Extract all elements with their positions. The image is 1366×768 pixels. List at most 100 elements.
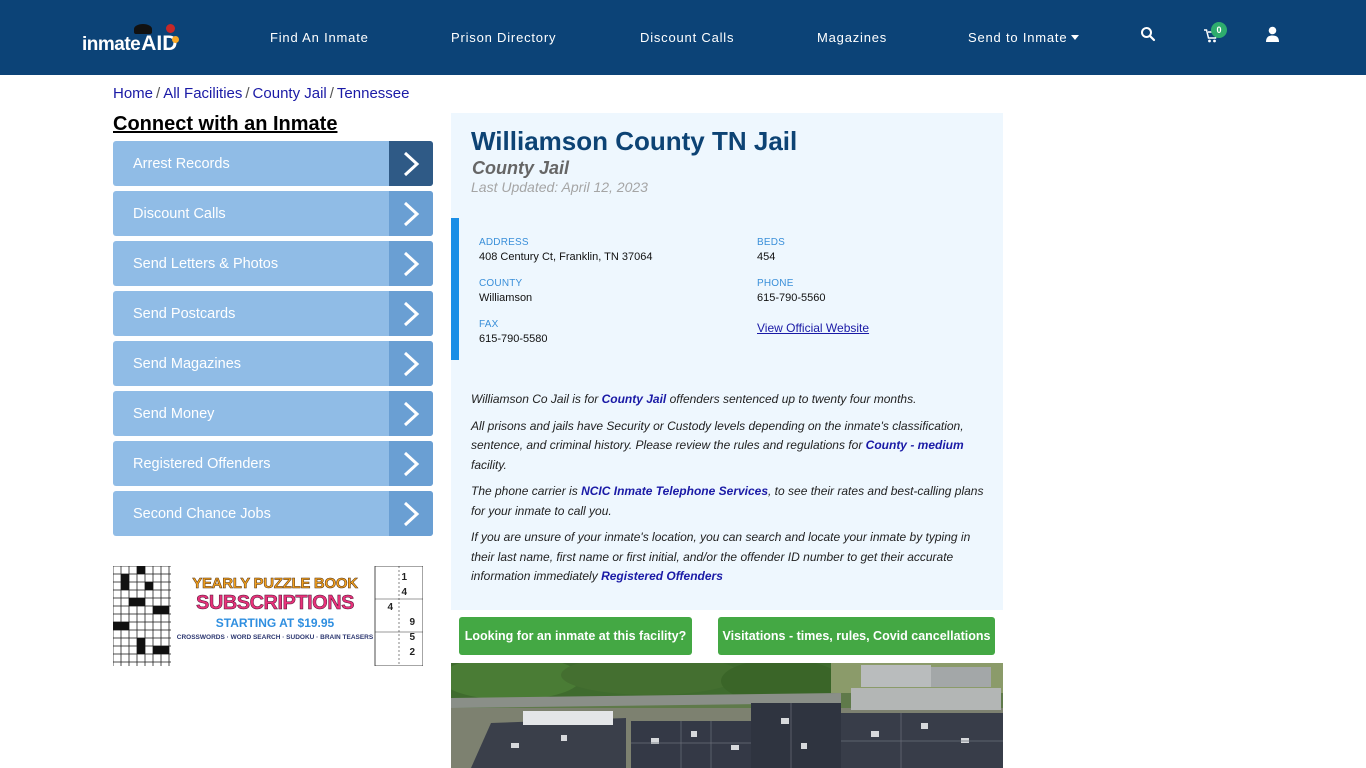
sidebar-item-label: Registered Offenders (133, 455, 271, 472)
puzzle-book-ad-banner[interactable]: YEARLY PUZZLE BOOK SUBSCRIPTIONS STARTIN… (113, 566, 423, 666)
description-paragraph: The phone carrier is NCIC Inmate Telepho… (471, 482, 991, 521)
info-accent-bar (451, 218, 459, 360)
top-navbar: inmate AID Find An Inmate Prison Directo… (0, 0, 1366, 75)
sudoku-digits: 1 4 4 9 5 2 (381, 570, 421, 660)
chevron-right-icon (389, 291, 433, 336)
sidebar-item-label: Discount Calls (133, 205, 226, 222)
beds-label: BEDS (757, 237, 786, 248)
phone-value: 615-790-5560 (757, 292, 826, 304)
search-icon[interactable] (1140, 26, 1160, 46)
chevron-right-icon (389, 141, 433, 186)
breadcrumb-separator: / (156, 85, 161, 102)
logo-text: inmate (82, 34, 141, 55)
nav-send-to-inmate[interactable]: Send to Inmate (968, 30, 1080, 45)
county-label: COUNTY (479, 278, 523, 289)
chevron-right-icon (389, 491, 433, 536)
logo-decoration-icon (166, 24, 175, 33)
sidebar-item-send-postcards[interactable]: Send Postcards (113, 291, 433, 336)
find-inmate-at-facility-button[interactable]: Looking for an inmate at this facility? (459, 617, 692, 655)
fax-field: FAX 615-790-5580 (479, 319, 548, 345)
aerial-photo-image (451, 663, 1003, 768)
sudoku-digit: 9 (409, 617, 415, 628)
beds-value: 454 (757, 251, 776, 263)
facility-type: County Jail (472, 158, 570, 178)
breadcrumb: Home / All Facilities / County Jail / Tennesse… (113, 85, 409, 102)
breadcrumb-all-facilities[interactable]: All Facilities (163, 85, 242, 102)
chevron-right-icon (389, 441, 433, 486)
facility-aerial-photo (451, 663, 1003, 768)
security-level-link[interactable]: County - medium (866, 438, 964, 452)
sidebar-item-discount-calls[interactable]: Discount Calls (113, 191, 433, 236)
chevron-right-icon (389, 341, 433, 386)
nav-magazines[interactable]: Magazines (817, 30, 887, 45)
nav-discount-calls[interactable]: Discount Calls (640, 30, 734, 45)
description-text: facility. (471, 457, 507, 472)
chevron-right-icon (389, 391, 433, 436)
sudoku-digit: 4 (387, 602, 393, 613)
sidebar-item-arrest-records[interactable]: Arrest Records (113, 141, 433, 186)
hat-icon (134, 24, 152, 34)
registered-offenders-link[interactable]: Registered Offenders (601, 569, 723, 583)
fax-label: FAX (479, 319, 499, 330)
ad-text: YEARLY PUZZLE BOOK SUBSCRIPTIONS STARTIN… (175, 575, 375, 641)
county-value: Williamson (479, 292, 533, 304)
official-website-link[interactable]: View Official Website (757, 321, 869, 335)
fax-value: 615-790-5580 (479, 333, 548, 345)
county-jail-link[interactable]: County Jail (602, 392, 667, 406)
breadcrumb-separator: / (329, 85, 334, 102)
address-label: ADDRESS (479, 237, 529, 248)
description-text: Williamson Co Jail is for (471, 392, 602, 406)
sidebar-item-registered-offenders[interactable]: Registered Offenders (113, 441, 433, 486)
beds-field: BEDS 454 (757, 237, 785, 263)
facility-title: Williamson County TN Jail (471, 126, 798, 156)
sidebar-item-second-chance-jobs[interactable]: Second Chance Jobs (113, 491, 433, 536)
facility-description: Williamson Co Jail is for County Jail of… (471, 390, 991, 594)
sudoku-digit: 2 (409, 647, 415, 658)
sidebar-item-label: Second Chance Jobs (133, 505, 271, 522)
description-paragraph: If you are unsure of your inmate's locat… (471, 528, 991, 587)
breadcrumb-county-jail[interactable]: County Jail (253, 85, 327, 102)
sidebar-item-send-money[interactable]: Send Money (113, 391, 433, 436)
phone-label: PHONE (757, 278, 794, 289)
phone-field: PHONE 615-790-5560 (757, 278, 826, 304)
nav-prison-directory[interactable]: Prison Directory (451, 30, 556, 45)
chevron-right-icon (389, 241, 433, 286)
nav-find-an-inmate[interactable]: Find An Inmate (270, 30, 369, 45)
description-text: offenders sentenced up to twenty four mo… (666, 392, 917, 406)
sidebar-menu: Arrest Records Discount Calls Send Lette… (113, 141, 433, 541)
breadcrumb-home[interactable]: Home (113, 85, 153, 102)
sidebar-title: Connect with an Inmate (113, 113, 338, 135)
description-paragraph: Williamson Co Jail is for County Jail of… (471, 390, 991, 410)
cart-count-badge: 0 (1211, 22, 1227, 38)
description-text: The phone carrier is (471, 484, 582, 498)
chevron-right-icon (389, 191, 433, 236)
last-updated: Last Updated: April 12, 2023 (471, 179, 648, 195)
breadcrumb-tennessee[interactable]: Tennessee (337, 85, 410, 102)
sudoku-digit: 4 (401, 587, 407, 598)
sidebar-item-send-letters-photos[interactable]: Send Letters & Photos (113, 241, 433, 286)
website-field: View Official Website (757, 321, 869, 335)
phone-carrier-link[interactable]: NCIC Inmate Telephone Services (581, 484, 768, 498)
sidebar-item-label: Send Magazines (133, 355, 242, 372)
address-field: ADDRESS 408 Century Ct, Franklin, TN 370… (479, 237, 652, 263)
ad-line1: YEARLY PUZZLE BOOK (192, 575, 358, 593)
user-icon[interactable] (1265, 26, 1285, 46)
sudoku-digit: 1 (401, 572, 407, 583)
ad-line3: STARTING AT $19.95 (215, 616, 335, 630)
sidebar-item-send-magazines[interactable]: Send Magazines (113, 341, 433, 386)
address-value: 408 Century Ct, Franklin, TN 37064 (479, 251, 653, 263)
logo-text-aid: AID (141, 32, 178, 55)
logo[interactable]: inmate AID (82, 22, 179, 56)
ad-line2: SUBSCRIPTIONS (196, 592, 355, 615)
sidebar-item-label: Send Letters & Photos (133, 255, 279, 272)
sudoku-digit: 5 (409, 632, 415, 643)
breadcrumb-separator: / (245, 85, 250, 102)
caret-down-icon (1071, 35, 1080, 40)
sidebar-item-label: Send Postcards (133, 305, 236, 322)
visitations-button[interactable]: Visitations - times, rules, Covid cancel… (718, 617, 995, 655)
logo-decoration-icon (172, 36, 179, 43)
ad-line4: CROSSWORDS · WORD SEARCH · SUDOKU · BRAI… (176, 634, 374, 641)
nav-send-to-inmate-label: Send to Inmate (968, 30, 1068, 45)
sidebar-item-label: Arrest Records (133, 155, 230, 172)
sidebar-item-label: Send Money (133, 405, 215, 422)
